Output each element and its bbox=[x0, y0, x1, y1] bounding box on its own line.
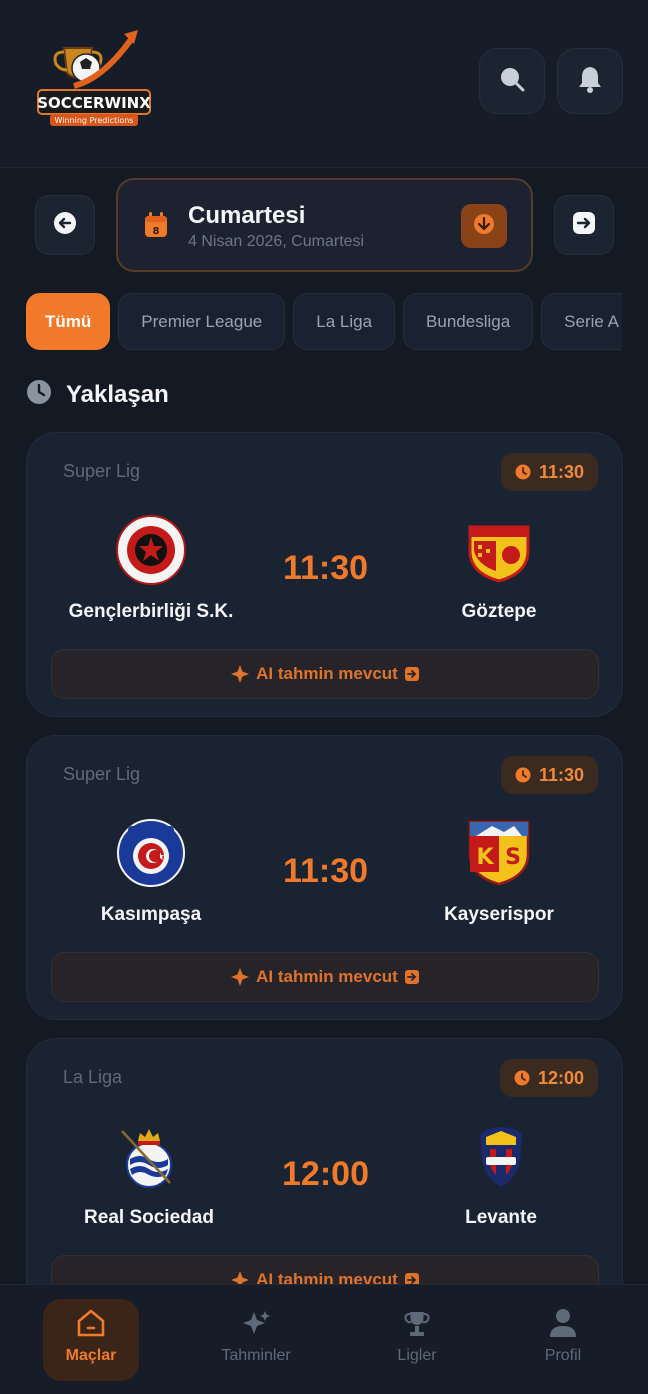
match-time-label: 11:30 bbox=[538, 764, 584, 785]
clock-icon bbox=[26, 379, 52, 412]
match-time-badge: 11:30 bbox=[500, 756, 598, 794]
user-icon bbox=[550, 1309, 576, 1337]
tab-leagues-label: Ligler bbox=[397, 1347, 437, 1364]
arrow-left-icon bbox=[53, 211, 77, 240]
match-time-label: 11:30 bbox=[538, 461, 584, 482]
tab-predictions-label: Tahminler bbox=[221, 1347, 291, 1364]
selected-day-name: Cumartesi bbox=[188, 202, 306, 229]
tab-predictions[interactable]: Tahminler bbox=[208, 1299, 304, 1381]
external-arrow-icon bbox=[404, 970, 419, 984]
away-team-name: Kayserispor bbox=[444, 904, 554, 925]
previous-day-button[interactable] bbox=[35, 195, 95, 255]
away-team-name: Göztepe bbox=[461, 601, 537, 622]
match-card[interactable]: Super Lig 11:30 Kasımpaşa 11:30 KS Kayse… bbox=[26, 735, 623, 1020]
filter-chip-serie-a[interactable]: Serie A bbox=[541, 293, 622, 350]
ai-prediction-label: AI tahmin mevcut bbox=[256, 967, 398, 986]
home-team-name: Gençlerbirliği S.K. bbox=[68, 601, 234, 622]
tab-leagues[interactable]: Ligler bbox=[369, 1299, 465, 1381]
tab-profile-label: Profil bbox=[544, 1347, 582, 1364]
kayserispor-crest: KS bbox=[464, 818, 534, 888]
match-league: Super Lig bbox=[63, 461, 141, 481]
home-team-name: Kasımpaşa bbox=[100, 904, 202, 925]
away-team: Levante bbox=[401, 1121, 601, 1229]
app-header: SOCCERWINX Winning Predictions bbox=[0, 0, 648, 168]
ai-prediction-button[interactable]: AI tahmin mevcut bbox=[51, 952, 599, 1002]
arrow-down-icon bbox=[473, 213, 495, 240]
home-icon bbox=[77, 1309, 105, 1337]
match-card[interactable]: La Liga 12:00 Real Sociedad 12:00 Levant… bbox=[26, 1038, 623, 1323]
svg-text:K: K bbox=[476, 845, 494, 870]
search-icon bbox=[498, 65, 526, 98]
bell-icon bbox=[577, 65, 603, 98]
levante-crest bbox=[466, 1121, 536, 1191]
date-dropdown-button[interactable] bbox=[461, 204, 507, 248]
logo-tagline: Winning Predictions bbox=[55, 116, 134, 125]
logo-wordmark: SOCCERWINX bbox=[37, 94, 151, 112]
filter-chip-la-liga[interactable]: La Liga bbox=[293, 293, 396, 350]
filter-chip-premier-league[interactable]: Premier League bbox=[118, 293, 286, 350]
goztepe-crest bbox=[464, 515, 534, 585]
league-filter-bar: Tümü Premier League La Liga Bundesliga Serie… bbox=[26, 293, 622, 351]
home-team-name: Real Sociedad bbox=[84, 1207, 214, 1228]
tab-profile[interactable]: Profil bbox=[515, 1299, 611, 1381]
tab-matches-label: Maçlar bbox=[65, 1347, 117, 1364]
section-header: Yaklaşan bbox=[26, 378, 169, 412]
clock-icon bbox=[514, 1070, 530, 1086]
clock-icon bbox=[515, 767, 531, 783]
notifications-button[interactable] bbox=[557, 48, 623, 114]
external-arrow-icon bbox=[404, 667, 419, 681]
match-time-badge: 12:00 bbox=[499, 1059, 598, 1097]
date-navigator: 8 Cumartesi 4 Nisan 2026, Cumartesi bbox=[0, 178, 648, 272]
filter-chip-all[interactable]: Tümü bbox=[26, 293, 111, 350]
ai-prediction-label: AI tahmin mevcut bbox=[256, 664, 398, 683]
filter-chip-bundesliga[interactable]: Bundesliga bbox=[403, 293, 534, 350]
match-league: La Liga bbox=[63, 1067, 123, 1087]
sparkle-icon bbox=[231, 665, 250, 683]
match-league: Super Lig bbox=[63, 764, 141, 784]
match-card[interactable]: Super Lig 11:30 Gençlerbirliği S.K. 11:3… bbox=[26, 432, 623, 717]
match-time-label: 12:00 bbox=[537, 1067, 584, 1088]
match-time-badge: 11:30 bbox=[500, 453, 598, 491]
calendar-icon: 8 bbox=[144, 212, 168, 243]
trophy-icon bbox=[404, 1312, 430, 1336]
arrow-right-icon bbox=[572, 211, 596, 240]
section-title: Yaklaşan bbox=[66, 381, 169, 408]
search-button[interactable] bbox=[479, 48, 545, 114]
svg-text:S: S bbox=[505, 845, 521, 870]
away-team: KS Kayserispor bbox=[399, 818, 599, 926]
soccerwinx-logo[interactable]: SOCCERWINX Winning Predictions bbox=[34, 28, 154, 128]
sparkle-icon bbox=[231, 968, 250, 986]
date-picker[interactable]: 8 Cumartesi 4 Nisan 2026, Cumartesi bbox=[116, 178, 533, 272]
next-day-button[interactable] bbox=[554, 195, 614, 255]
sparkle-icon bbox=[243, 1311, 270, 1334]
away-team-name: Levante bbox=[465, 1207, 537, 1228]
selected-date: 4 Nisan 2026, Cumartesi bbox=[188, 233, 365, 250]
away-team: Göztepe bbox=[399, 515, 599, 623]
bottom-tab-bar: Maçlar Tahminler Ligler Profil bbox=[0, 1284, 648, 1394]
svg-text:8: 8 bbox=[153, 226, 160, 237]
tab-matches[interactable]: Maçlar bbox=[43, 1299, 139, 1381]
ai-prediction-button[interactable]: AI tahmin mevcut bbox=[51, 649, 599, 699]
clock-icon bbox=[515, 464, 531, 480]
